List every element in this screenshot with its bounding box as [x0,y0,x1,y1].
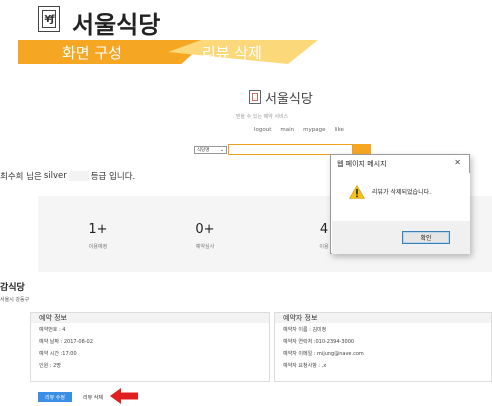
delete-review-button[interactable]: 리뷰 삭제 [76,392,110,402]
reservation-info-row: 예약 날짜 : 2017-08-02 [39,338,93,345]
alert-dialog: 웹 페이지 메시지 ✕ 리뷰가 삭제되었습니다. 확인 [330,154,470,254]
dialog-message: 리뷰가 삭제되었습니다. [372,189,432,196]
stat-value: 1+ [88,222,108,237]
ok-button[interactable]: 확인 [402,231,450,244]
chevron-down-icon: ⌄ [219,147,224,153]
reserver-info-row: 예약자 이메일 : mijung@nave.com [283,350,364,357]
stat-review[interactable]: 0+ 예약심사 [175,222,235,250]
reservation-info-box: 예약 정보 예약번호 : 4 예약 날짜 : 2017-08-02 예약 시간 … [30,312,270,382]
greeting-prefix: 최수희 님은 [0,172,42,182]
stat-value: 0+ [195,222,215,237]
slide-title: 서울식당 [72,11,161,39]
grade-badge: silver [43,171,67,181]
stat-upcoming[interactable]: 1+ 이용예정 [68,222,128,250]
restaurant-address: 서울시 강동구 [0,297,30,303]
reserver-info-heading: 예약자 정보 [275,313,491,323]
stat-label: 이용예정 [88,244,108,250]
reserver-info-row: 예약자 요청사항 : ,x [283,362,327,369]
grade-highlight [68,171,89,181]
restaurant-name: 감식당 [0,283,25,293]
dialog-footer: 확인 [332,221,470,254]
ribbon-label: 리뷰 삭제 [202,43,262,62]
stat-label: 예약심사 [195,244,215,250]
reserver-info-row: 예약자 이름 : 김미정 [283,326,327,333]
site-logo-icon[interactable] [249,90,261,104]
site-title[interactable]: 서울식당 [265,88,313,107]
search-type-value: 식당명 [197,148,210,153]
close-icon[interactable]: ✕ [454,158,461,167]
reservation-info-row: 예약 시간 :17:00 [39,350,77,357]
reserver-info-box: 예약자 정보 예약자 이름 : 김미정 예약자 연락처 :010-2394-30… [274,312,492,382]
greeting-suffix: 등급 입니다. [90,172,136,182]
search-type-select[interactable]: 식당명 ⌄ [194,146,227,154]
dialog-title: 웹 페이지 메시지 [337,160,387,168]
edit-review-button[interactable]: 리뷰 수정 [38,392,72,402]
reservation-info-heading: 예약 정보 [31,313,269,323]
nav-logout[interactable]: logout [254,127,271,133]
reservation-info-row: 인원 : 2명 [39,362,61,369]
reservation-info-row: 예약번호 : 4 [39,326,66,333]
ribbon-label: 화면 구성 [62,43,122,62]
dialog-body: 리뷰가 삭제되었습니다. [332,173,470,221]
red-arrow-icon [110,388,138,404]
nav-like[interactable]: like [335,127,344,133]
site-subtitle: 믿을 수 있는 예약 서비스 [235,114,289,120]
reserver-info-row: 예약자 연락처 :010-2394-3000 [283,338,355,345]
restaurant-logo-icon: ¥ƒ [38,6,60,32]
nav-main[interactable]: main [280,127,294,133]
member-greeting: 최수희 님은 silver 등급 입니다. [0,170,135,182]
nav-mypage[interactable]: mypage [303,127,325,133]
site-nav: logout main mypage like [254,127,344,133]
warning-icon [349,185,365,199]
